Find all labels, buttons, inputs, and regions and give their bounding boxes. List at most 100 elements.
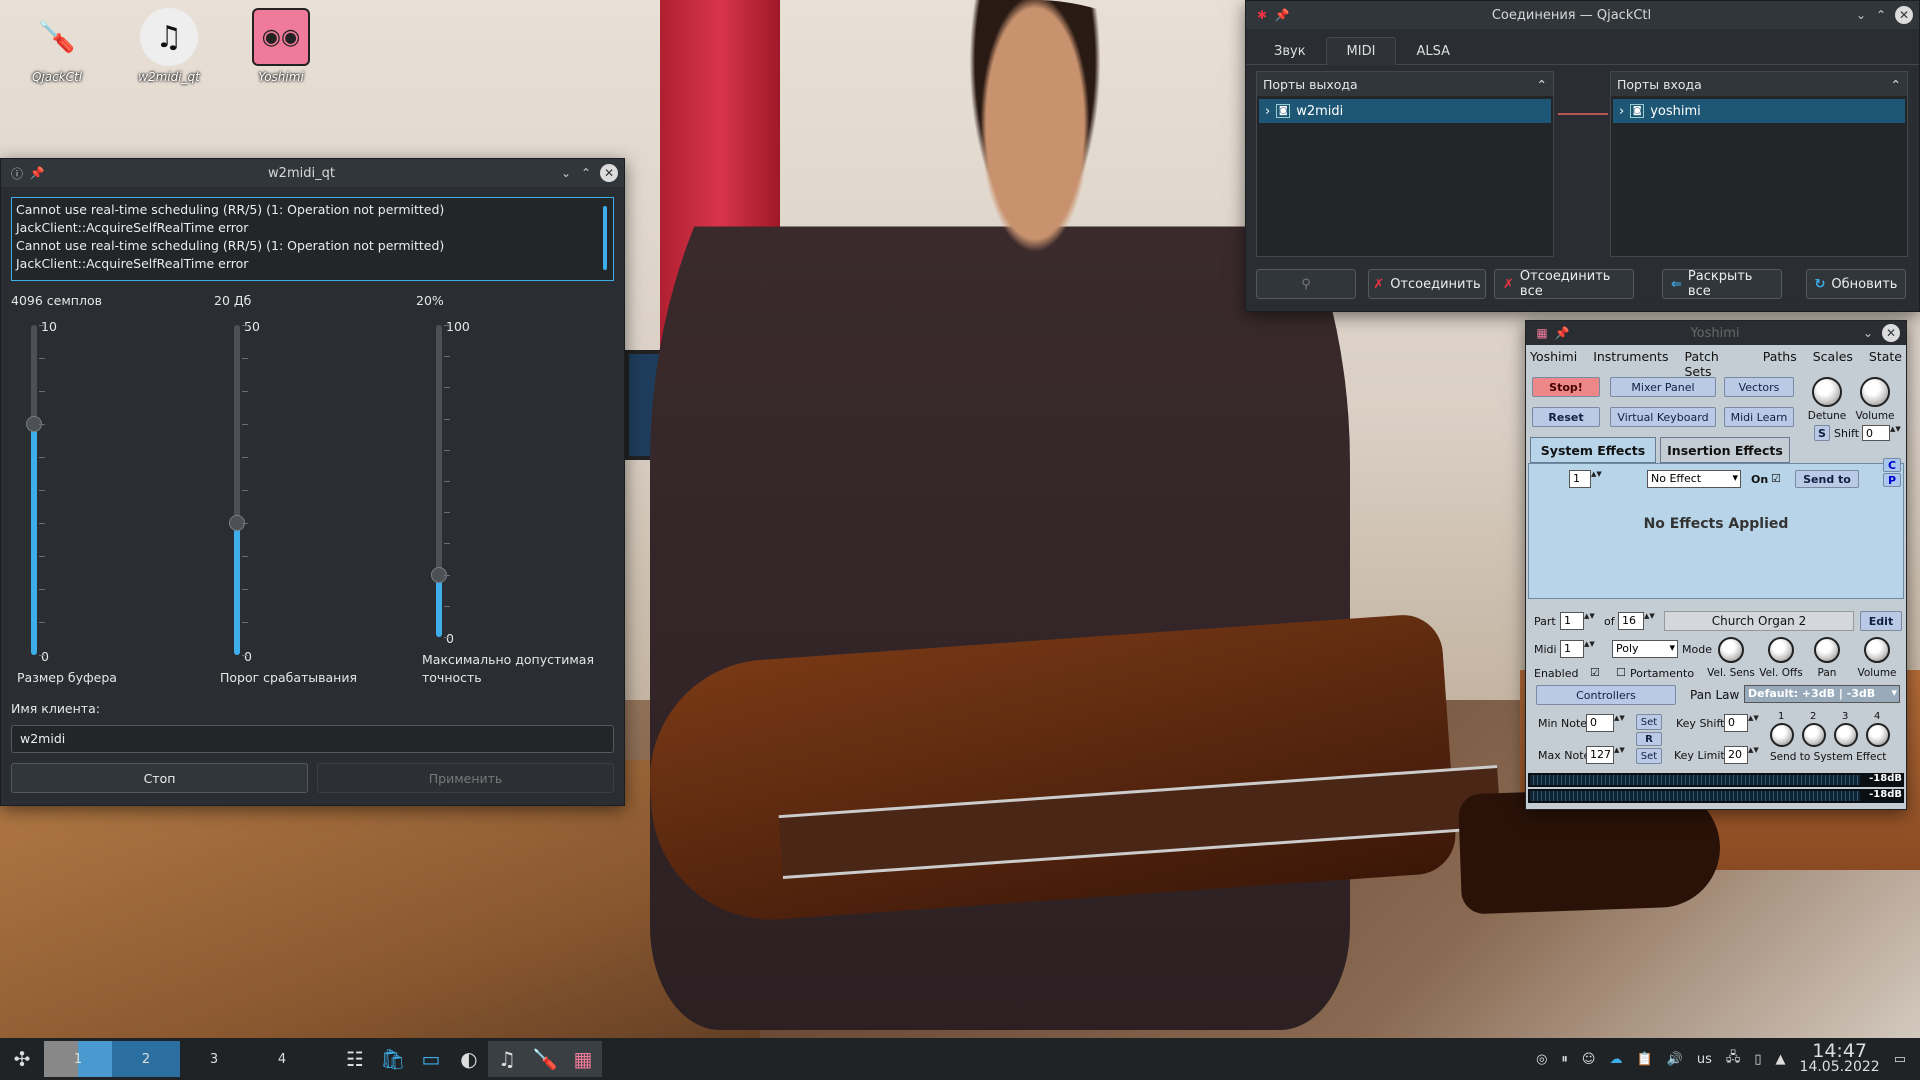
- connect-button[interactable]: ⚲: [1256, 269, 1356, 299]
- apply-button[interactable]: Применить: [317, 763, 614, 793]
- detune-knob[interactable]: [1812, 377, 1842, 407]
- midi-channel-input[interactable]: 1: [1560, 640, 1584, 658]
- desktop-icon-qjackctl[interactable]: 🪛 QjackCtl: [12, 8, 102, 85]
- send-1-knob[interactable]: [1770, 723, 1794, 747]
- browser-icon[interactable]: ◐: [450, 1041, 488, 1077]
- part-spinner[interactable]: ▲▼: [1584, 612, 1595, 630]
- send-4-knob[interactable]: [1866, 723, 1890, 747]
- show-desktop-icon[interactable]: ▭: [1894, 1052, 1906, 1067]
- pan-knob[interactable]: [1814, 637, 1840, 663]
- effect-on-checkbox[interactable]: ☑: [1771, 472, 1781, 485]
- expand-all-button[interactable]: ⇐ Раскрыть все: [1662, 269, 1782, 299]
- log-scrollbar[interactable]: [603, 206, 607, 270]
- copy-button[interactable]: C: [1883, 458, 1901, 472]
- chevron-right-icon[interactable]: ›: [1619, 104, 1624, 119]
- min-note-input[interactable]: 0: [1586, 714, 1614, 732]
- maximize-icon[interactable]: ⌃: [1871, 8, 1891, 22]
- controllers-button[interactable]: Controllers: [1536, 685, 1676, 705]
- close-icon[interactable]: ✕: [1895, 6, 1913, 24]
- part-count-input[interactable]: 16: [1618, 612, 1644, 630]
- enabled-checkbox[interactable]: ☑: [1590, 666, 1600, 679]
- max-note-spinner[interactable]: ▲▼: [1614, 746, 1625, 764]
- output-client-row[interactable]: › ◙ w2midi: [1259, 99, 1551, 123]
- pin-icon[interactable]: 📌: [1272, 8, 1292, 22]
- portamento-checkbox[interactable]: ☐: [1616, 666, 1626, 679]
- pin-icon[interactable]: 📌: [27, 166, 47, 180]
- weather-icon[interactable]: ☁: [1609, 1052, 1622, 1067]
- menu-paths[interactable]: Paths: [1763, 349, 1797, 379]
- menu-scales[interactable]: Scales: [1813, 349, 1853, 379]
- vel-sens-knob[interactable]: [1718, 637, 1744, 663]
- tab-system-effects[interactable]: System Effects: [1530, 437, 1656, 463]
- jack-status-icon[interactable]: ◎: [1536, 1052, 1547, 1067]
- key-limit-spinner[interactable]: ▲▼: [1748, 746, 1759, 764]
- mode-select[interactable]: Poly: [1612, 640, 1678, 658]
- w2midi-task-icon[interactable]: ♫: [488, 1041, 526, 1077]
- maximize-icon[interactable]: ⌃: [576, 166, 596, 180]
- workspace-1[interactable]: 1: [44, 1041, 112, 1077]
- min-note-spinner[interactable]: ▲▼: [1614, 714, 1625, 732]
- keyboard-layout[interactable]: us: [1697, 1052, 1712, 1067]
- info-icon[interactable]: ⓘ: [7, 165, 27, 182]
- shift-input[interactable]: 0: [1862, 425, 1890, 441]
- pause-icon[interactable]: ⏸: [1561, 1052, 1568, 1067]
- menu-patch-sets[interactable]: Patch Sets: [1684, 349, 1746, 379]
- settings-icon[interactable]: ☷: [336, 1041, 374, 1077]
- minimize-icon[interactable]: ⌄: [556, 166, 576, 180]
- vel-offs-knob[interactable]: [1768, 637, 1794, 663]
- desktop-icon-w2midi[interactable]: ♫ w2midi_qt: [124, 8, 214, 84]
- chevron-right-icon[interactable]: ›: [1265, 104, 1270, 119]
- tab-alsa[interactable]: ALSA: [1396, 37, 1470, 65]
- max-note-input[interactable]: 127: [1586, 746, 1614, 764]
- solo-button[interactable]: S: [1814, 425, 1830, 441]
- close-icon[interactable]: ✕: [600, 164, 618, 182]
- clock[interactable]: 14:47 14.05.2022: [1800, 1042, 1880, 1076]
- yoshimi-titlebar[interactable]: ▦ 📌 Yoshimi ⌄ ✕: [1526, 321, 1906, 345]
- workspace-4[interactable]: 4: [248, 1041, 316, 1077]
- send-to-button[interactable]: Send to: [1795, 470, 1859, 488]
- clipboard-icon[interactable]: 📋: [1636, 1052, 1652, 1067]
- input-ports-header[interactable]: Порты входа ⌃: [1611, 72, 1907, 96]
- effect-number-input[interactable]: 1: [1569, 470, 1591, 488]
- menu-state[interactable]: State: [1869, 349, 1902, 379]
- stop-button[interactable]: Стоп: [11, 763, 308, 793]
- tab-audio[interactable]: Звук: [1254, 37, 1326, 65]
- disconnect-all-button[interactable]: ✗ Отсоединить все: [1494, 269, 1634, 299]
- close-icon[interactable]: ✕: [1882, 324, 1900, 342]
- disconnect-button[interactable]: ✗ Отсоединить: [1368, 269, 1486, 299]
- application-launcher-icon[interactable]: ✣: [0, 1041, 44, 1077]
- discord-icon[interactable]: ☺: [1582, 1052, 1596, 1067]
- qjackctl-titlebar[interactable]: ✱ 📌 Соединения — QjackCtl ⌄ ⌃ ✕: [1246, 1, 1919, 29]
- minimize-icon[interactable]: ⌄: [1851, 8, 1871, 22]
- yoshimi-task-icon[interactable]: ▦: [564, 1041, 602, 1077]
- part-volume-knob[interactable]: [1864, 637, 1890, 663]
- max-note-set-button[interactable]: Set: [1636, 748, 1662, 764]
- refresh-button[interactable]: ↻ Обновить: [1806, 269, 1906, 299]
- tab-insertion-effects[interactable]: Insertion Effects: [1660, 437, 1790, 463]
- stop-button[interactable]: Stop!: [1532, 377, 1600, 397]
- vectors-button[interactable]: Vectors: [1724, 377, 1794, 397]
- tray-expand-icon[interactable]: ▲: [1776, 1052, 1786, 1067]
- pan-law-select[interactable]: Default: +3dB | -3dB: [1744, 685, 1900, 703]
- w2midi-titlebar[interactable]: ⓘ 📌 w2midi_qt ⌄ ⌃ ✕: [1, 159, 624, 187]
- store-icon[interactable]: 🛍: [374, 1041, 412, 1077]
- instrument-name[interactable]: Church Organ 2: [1664, 611, 1854, 631]
- input-client-row[interactable]: › ◙ yoshimi: [1613, 99, 1905, 123]
- effect-type-select[interactable]: No Effect: [1647, 470, 1741, 488]
- part-input[interactable]: 1: [1560, 612, 1584, 630]
- network-icon[interactable]: 🖧: [1726, 1048, 1741, 1070]
- virtual-keyboard-button[interactable]: Virtual Keyboard: [1610, 407, 1716, 427]
- reset-button[interactable]: Reset: [1532, 407, 1600, 427]
- pin-icon[interactable]: 📌: [1552, 326, 1572, 340]
- send-2-knob[interactable]: [1802, 723, 1826, 747]
- key-limit-input[interactable]: 20: [1724, 746, 1748, 764]
- paste-button[interactable]: P: [1883, 473, 1901, 487]
- workspace-2[interactable]: 2: [112, 1041, 180, 1077]
- menu-yoshimi[interactable]: Yoshimi: [1530, 349, 1577, 379]
- desktop-icon-yoshimi[interactable]: ◉◉ Yoshimi: [236, 8, 326, 84]
- workspace-3[interactable]: 3: [180, 1041, 248, 1077]
- min-note-set-button[interactable]: Set: [1636, 714, 1662, 730]
- mixer-panel-button[interactable]: Mixer Panel: [1610, 377, 1716, 397]
- shift-spinner[interactable]: ▲▼: [1890, 425, 1901, 441]
- reset-range-button[interactable]: R: [1636, 732, 1662, 746]
